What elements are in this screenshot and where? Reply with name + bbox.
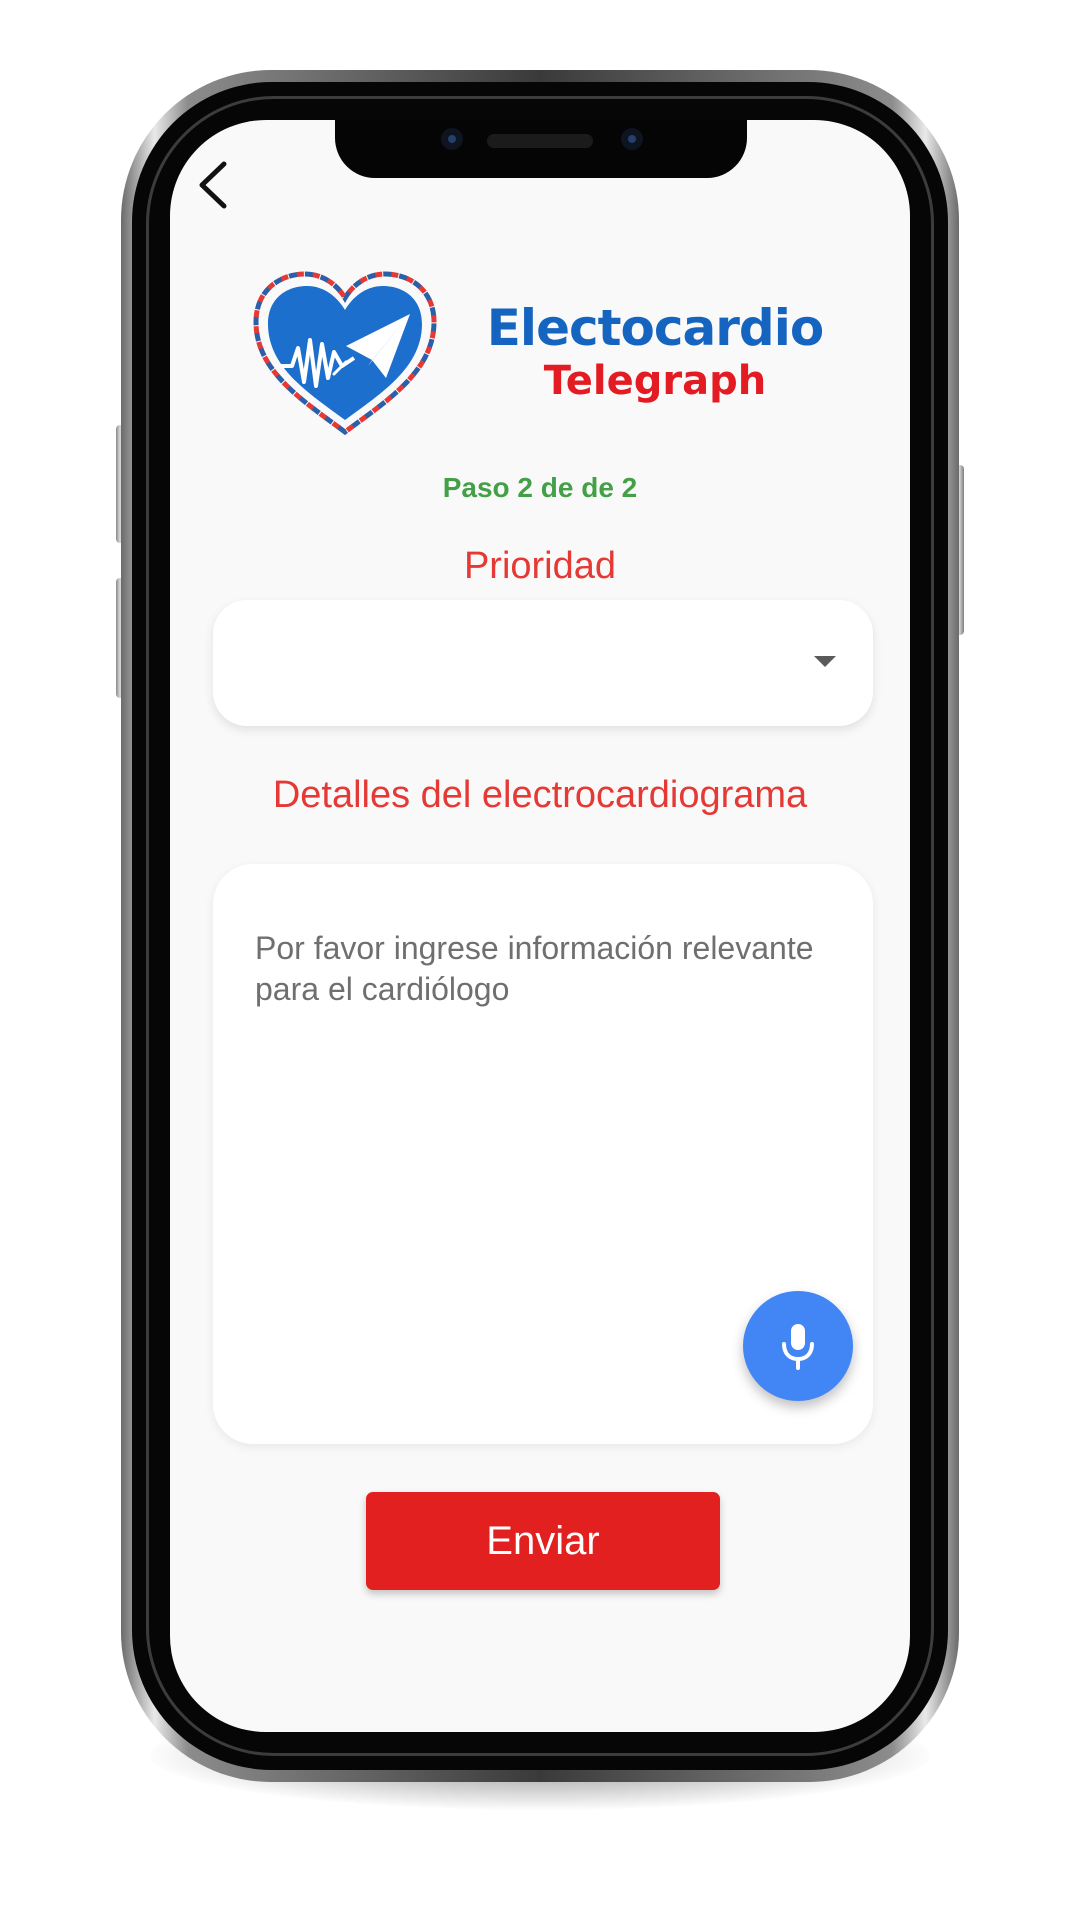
details-label: Detalles del electrocardiograma (272, 774, 808, 816)
device-mockup: Electocardio Telegraph Paso 2 de de 2 Pr… (0, 0, 1080, 1920)
front-camera-left (441, 128, 463, 150)
earpiece-speaker (487, 134, 593, 148)
microphone-button[interactable] (743, 1291, 853, 1401)
microphone-icon (782, 1324, 814, 1370)
brand-subtitle: Telegraph (543, 358, 767, 404)
back-button[interactable] (190, 156, 238, 214)
caret-down-icon (814, 656, 836, 667)
priority-label: Prioridad (463, 545, 617, 587)
step-indicator: Paso 2 de de 2 (442, 472, 638, 503)
send-button[interactable]: Enviar (366, 1492, 720, 1590)
chevron-left-icon (199, 161, 227, 209)
details-text-area[interactable] (255, 928, 815, 1348)
front-camera-right (621, 128, 643, 150)
priority-dropdown[interactable] (213, 600, 873, 726)
app-logo-heart-icon (253, 271, 437, 436)
brand-title: Electocardio (486, 299, 824, 357)
phone-notch (335, 120, 747, 178)
app-screen: Electocardio Telegraph Paso 2 de de 2 Pr… (170, 120, 910, 1732)
